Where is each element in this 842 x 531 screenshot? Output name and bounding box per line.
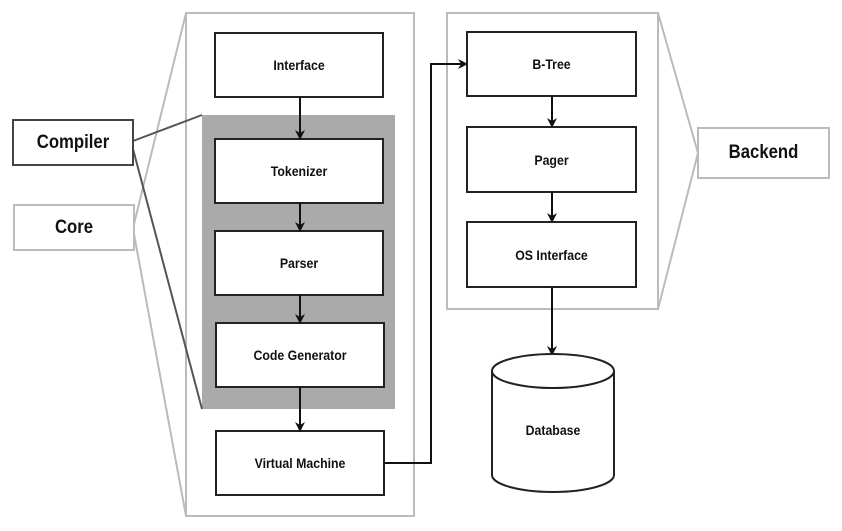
core-leader-bottom bbox=[133, 233, 187, 517]
compiler-leader-top bbox=[132, 114, 203, 142]
arrow-vm-btree bbox=[384, 59, 468, 464]
compiler-label: Compiler bbox=[36, 131, 110, 153]
backend-leader-bottom bbox=[657, 152, 699, 310]
compiler-leader-bottom bbox=[132, 148, 203, 410]
interface-label: Interface bbox=[273, 57, 325, 73]
os-interface-label: OS Interface bbox=[515, 246, 588, 263]
database-label: Database bbox=[525, 422, 581, 438]
tokenizer-label: Tokenizer bbox=[270, 163, 328, 179]
backend-leader-top bbox=[657, 12, 699, 154]
btree-label: B-Tree bbox=[532, 56, 571, 72]
parser-label: Parser bbox=[279, 255, 319, 271]
core-leader-top bbox=[133, 12, 187, 225]
virtual-machine-label: Virtual Machine bbox=[254, 455, 346, 471]
backend-label: Backend bbox=[728, 142, 799, 163]
core-label: Core bbox=[54, 216, 94, 238]
code-generator-label: Code Generator bbox=[253, 347, 347, 363]
pager-label: Pager bbox=[534, 151, 569, 168]
architecture-diagram bbox=[12, 12, 830, 517]
